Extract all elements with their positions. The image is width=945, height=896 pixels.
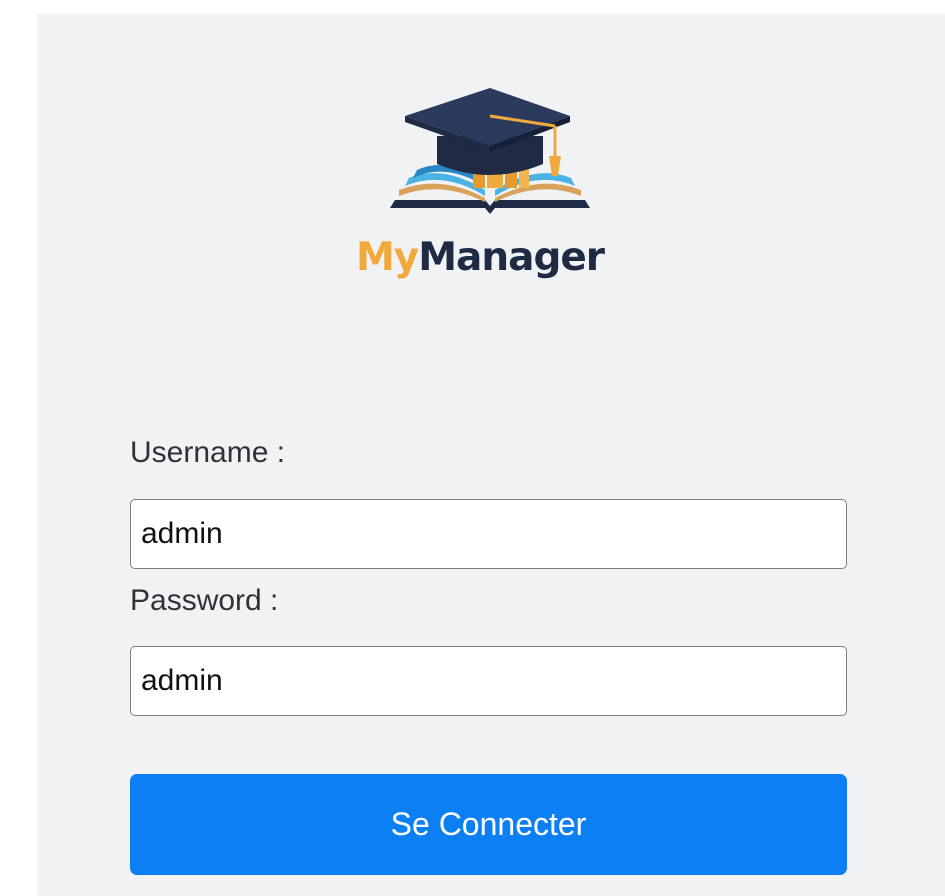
brand-name-prefix: My <box>356 235 419 280</box>
password-label: Password : <box>130 584 279 617</box>
password-input[interactable] <box>131 647 846 715</box>
graduation-cap-book-logo-icon <box>390 88 590 214</box>
username-input[interactable] <box>131 500 846 568</box>
login-submit-button[interactable]: Se Connecter <box>130 774 847 875</box>
brand-name-suffix: Manager <box>418 235 605 280</box>
brand-wordmark: MyManager <box>356 232 605 284</box>
username-field-wrapper <box>130 499 847 569</box>
password-field-wrapper <box>130 646 847 716</box>
username-label: Username : <box>130 436 286 469</box>
